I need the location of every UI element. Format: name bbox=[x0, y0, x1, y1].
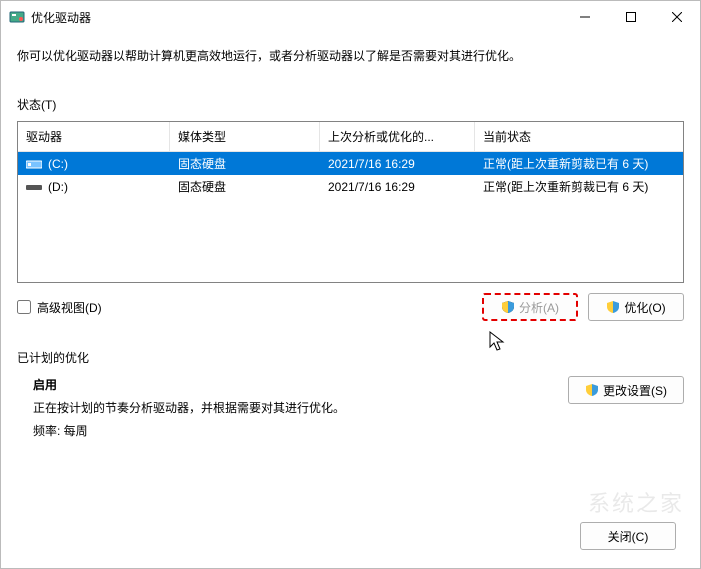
bottom-bar: 关闭(C) bbox=[580, 522, 676, 550]
close-window-button[interactable] bbox=[654, 1, 700, 33]
drive-icon bbox=[26, 181, 42, 193]
status-section-label: 状态(T) bbox=[17, 96, 684, 113]
description-text: 你可以优化驱动器以帮助计算机更高效地运行，或者分析驱动器以了解是否需要对其进行优… bbox=[17, 47, 684, 66]
list-header: 驱动器 媒体类型 上次分析或优化的... 当前状态 bbox=[18, 122, 683, 152]
column-media[interactable]: 媒体类型 bbox=[170, 122, 320, 151]
window-title: 优化驱动器 bbox=[31, 9, 562, 26]
column-status[interactable]: 当前状态 bbox=[475, 122, 683, 151]
drive-icon bbox=[26, 158, 42, 170]
last-run: 2021/7/16 16:29 bbox=[320, 154, 475, 174]
close-button[interactable]: 关闭(C) bbox=[580, 522, 676, 550]
table-row[interactable]: (D:) 固态硬盘 2021/7/16 16:29 正常(距上次重新剪裁已有 6… bbox=[18, 175, 683, 198]
watermark: 系统之家 bbox=[588, 486, 684, 518]
schedule-desc: 正在按计划的节奏分析驱动器，并根据需要对其进行优化。 bbox=[33, 399, 345, 416]
scheduled-title: 已计划的优化 bbox=[17, 349, 684, 366]
close-label: 关闭(C) bbox=[608, 528, 649, 545]
drive-list: 驱动器 媒体类型 上次分析或优化的... 当前状态 (C:) 固态硬盘 2021… bbox=[17, 121, 684, 283]
current-status: 正常(距上次重新剪裁已有 6 天) bbox=[475, 152, 683, 175]
list-controls: 高级视图(D) 分析(A) 优化(O) bbox=[17, 293, 684, 321]
last-run: 2021/7/16 16:29 bbox=[320, 177, 475, 197]
advanced-view-label: 高级视图(D) bbox=[37, 299, 102, 316]
drive-name: (D:) bbox=[48, 180, 68, 194]
titlebar: 优化驱动器 bbox=[1, 1, 700, 33]
schedule-frequency: 频率: 每周 bbox=[33, 422, 345, 439]
change-settings-button[interactable]: 更改设置(S) bbox=[568, 376, 684, 404]
current-status: 正常(距上次重新剪裁已有 6 天) bbox=[475, 175, 683, 198]
shield-icon bbox=[606, 300, 620, 314]
optimize-label: 优化(O) bbox=[624, 299, 665, 316]
shield-icon bbox=[585, 383, 599, 397]
column-drive[interactable]: 驱动器 bbox=[18, 122, 170, 151]
content-area: 你可以优化驱动器以帮助计算机更高效地运行，或者分析驱动器以了解是否需要对其进行优… bbox=[1, 33, 700, 455]
analyze-button[interactable]: 分析(A) bbox=[482, 293, 578, 321]
media-type: 固态硬盘 bbox=[170, 175, 320, 198]
advanced-view-checkbox[interactable]: 高级视图(D) bbox=[17, 299, 102, 316]
shield-icon bbox=[501, 300, 515, 314]
column-last[interactable]: 上次分析或优化的... bbox=[320, 122, 475, 151]
app-icon bbox=[9, 9, 25, 25]
table-row[interactable]: (C:) 固态硬盘 2021/7/16 16:29 正常(距上次重新剪裁已有 6… bbox=[18, 152, 683, 175]
change-settings-label: 更改设置(S) bbox=[603, 382, 667, 399]
drive-name: (C:) bbox=[48, 157, 68, 171]
list-body: (C:) 固态硬盘 2021/7/16 16:29 正常(距上次重新剪裁已有 6… bbox=[18, 152, 683, 282]
schedule-heading: 启用 bbox=[33, 376, 345, 393]
analyze-label: 分析(A) bbox=[519, 299, 559, 316]
advanced-view-input[interactable] bbox=[17, 300, 31, 314]
scheduled-section: 已计划的优化 启用 正在按计划的节奏分析驱动器，并根据需要对其进行优化。 频率:… bbox=[17, 349, 684, 445]
media-type: 固态硬盘 bbox=[170, 152, 320, 175]
maximize-button[interactable] bbox=[608, 1, 654, 33]
minimize-button[interactable] bbox=[562, 1, 608, 33]
optimize-button[interactable]: 优化(O) bbox=[588, 293, 684, 321]
